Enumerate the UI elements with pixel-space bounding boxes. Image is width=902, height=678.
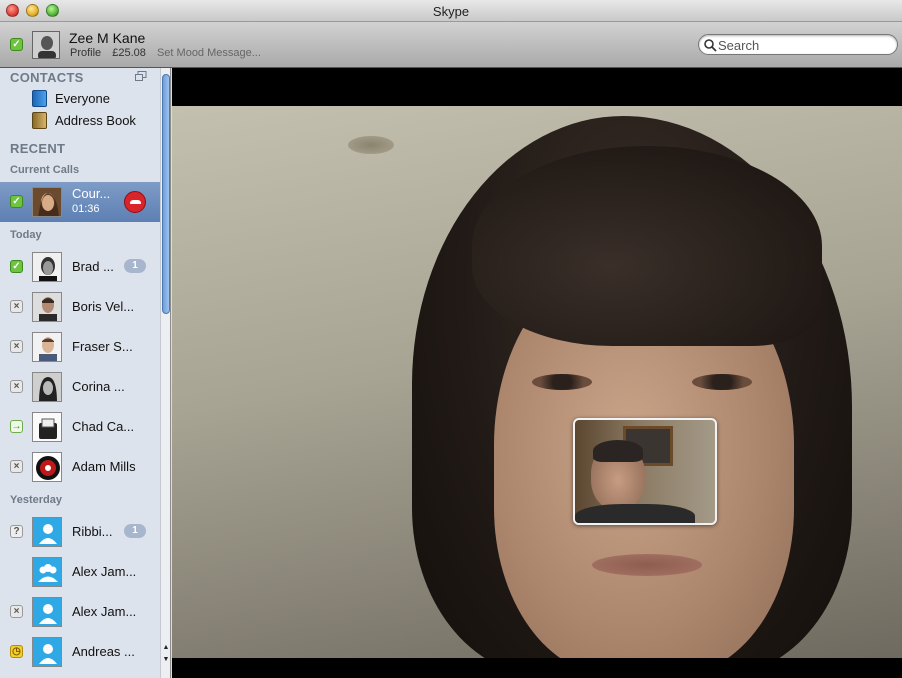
video-mouth — [592, 554, 702, 576]
list-item[interactable]: ✓ Brad ... 1 — [0, 247, 160, 287]
list-item[interactable]: ? Ribbi... 1 — [0, 512, 160, 552]
offline-status-icon: × — [10, 340, 23, 353]
avatar — [32, 187, 62, 217]
scroll-down-arrow-icon[interactable]: ▼ — [162, 656, 170, 666]
self-view-video[interactable] — [573, 418, 717, 525]
avatar — [32, 557, 62, 587]
current-calls-label: Current Calls — [10, 164, 80, 176]
skype-credit[interactable]: £25.08 — [112, 47, 146, 59]
video-call-area[interactable] — [172, 68, 902, 678]
pip-body — [575, 504, 695, 523]
recent-header: RECENT — [10, 141, 66, 156]
today-label: Today — [10, 229, 42, 241]
avatar — [32, 412, 62, 442]
avatar — [32, 372, 62, 402]
sidebar: CONTACTS Everyone Address Book RECENT Cu… — [0, 68, 171, 678]
list-item[interactable]: × Alex Jam... — [0, 592, 160, 632]
scroll-thumb[interactable] — [162, 74, 170, 314]
sidebar-item-label: Address Book — [55, 112, 136, 128]
contact-name: Andreas ... — [72, 644, 135, 659]
remote-video-feed — [172, 106, 902, 658]
list-item[interactable]: → Chad Ca... — [0, 407, 160, 447]
sidebar-scrollbar[interactable]: ▲ ▼ — [160, 68, 170, 678]
contacts-book-icon — [32, 89, 47, 107]
online-status-icon[interactable]: ✓ — [10, 38, 23, 51]
avatar — [32, 517, 62, 547]
contact-name: Alex Jam... — [72, 564, 137, 579]
call-duration: 01:36 — [72, 203, 100, 215]
list-item[interactable]: ◷ Andreas ... — [0, 632, 160, 672]
window-title: Skype — [432, 4, 470, 19]
video-bangs — [472, 146, 822, 346]
address-book-icon — [32, 111, 47, 129]
skype-window: Skype ✓ Zee M Kane Profile £25.08 Set Mo… — [0, 0, 902, 678]
away-status-icon: ◷ — [10, 645, 23, 658]
list-item[interactable]: Alex Jam... — [0, 552, 160, 592]
video-eye-right — [692, 374, 752, 390]
avatar — [32, 637, 62, 667]
current-call-row[interactable]: ✓ Cour... 01:36 — [0, 182, 160, 222]
profile-subline: Profile £25.08 Set Mood Message... — [70, 47, 269, 59]
search-icon — [704, 39, 717, 52]
contact-name: Alex Jam... — [72, 604, 137, 619]
contact-name: Boris Vel... — [72, 299, 135, 314]
offline-status-icon: × — [10, 460, 23, 473]
avatar — [32, 597, 62, 627]
profile-link[interactable]: Profile — [70, 47, 101, 59]
offline-status-icon: × — [10, 300, 23, 313]
avatar — [32, 252, 62, 282]
contact-name: Fraser S... — [72, 339, 133, 354]
contacts-header: CONTACTS — [10, 70, 84, 85]
offline-status-icon: × — [10, 380, 23, 393]
list-item[interactable]: × Corina ... — [0, 367, 160, 407]
call-forward-status-icon: → — [10, 420, 23, 433]
scroll-up-arrow-icon[interactable]: ▲ — [162, 644, 170, 654]
online-status-icon: ✓ — [10, 195, 23, 208]
unread-badge: 1 — [124, 524, 146, 538]
contact-name: Chad Ca... — [72, 419, 135, 434]
profile-toolbar: ✓ Zee M Kane Profile £25.08 Set Mood Mes… — [0, 22, 902, 68]
ceiling-light — [348, 136, 394, 154]
pip-hair — [593, 440, 643, 462]
contact-name: Corina ... — [72, 379, 125, 394]
online-status-icon: ✓ — [10, 260, 23, 273]
search-input[interactable] — [718, 37, 888, 53]
contact-name: Adam Mills — [72, 459, 136, 474]
mood-message[interactable]: Set Mood Message... — [157, 47, 261, 59]
yesterday-label: Yesterday — [10, 494, 62, 506]
list-item[interactable]: × Fraser S... — [0, 327, 160, 367]
hang-up-button[interactable] — [124, 191, 146, 213]
sidebar-item-address-book[interactable]: Address Book — [32, 110, 136, 130]
search-box[interactable] — [698, 34, 898, 55]
profile-name[interactable]: Zee M Kane — [69, 30, 145, 46]
title-bar: Skype — [0, 0, 902, 22]
list-item[interactable]: × Adam Mills — [0, 447, 160, 487]
avatar — [32, 452, 62, 482]
offline-status-icon: × — [10, 605, 23, 618]
video-eye-left — [532, 374, 592, 390]
unread-badge: 1 — [124, 259, 146, 273]
sidebar-item-label: Everyone — [55, 90, 110, 106]
list-item[interactable]: × Boris Vel... — [0, 287, 160, 327]
avatar — [32, 292, 62, 322]
sidebar-item-everyone[interactable]: Everyone — [32, 88, 110, 108]
unknown-status-icon: ? — [10, 525, 23, 538]
detach-contacts-icon[interactable] — [135, 71, 147, 81]
avatar — [32, 332, 62, 362]
avatar[interactable] — [32, 31, 60, 59]
